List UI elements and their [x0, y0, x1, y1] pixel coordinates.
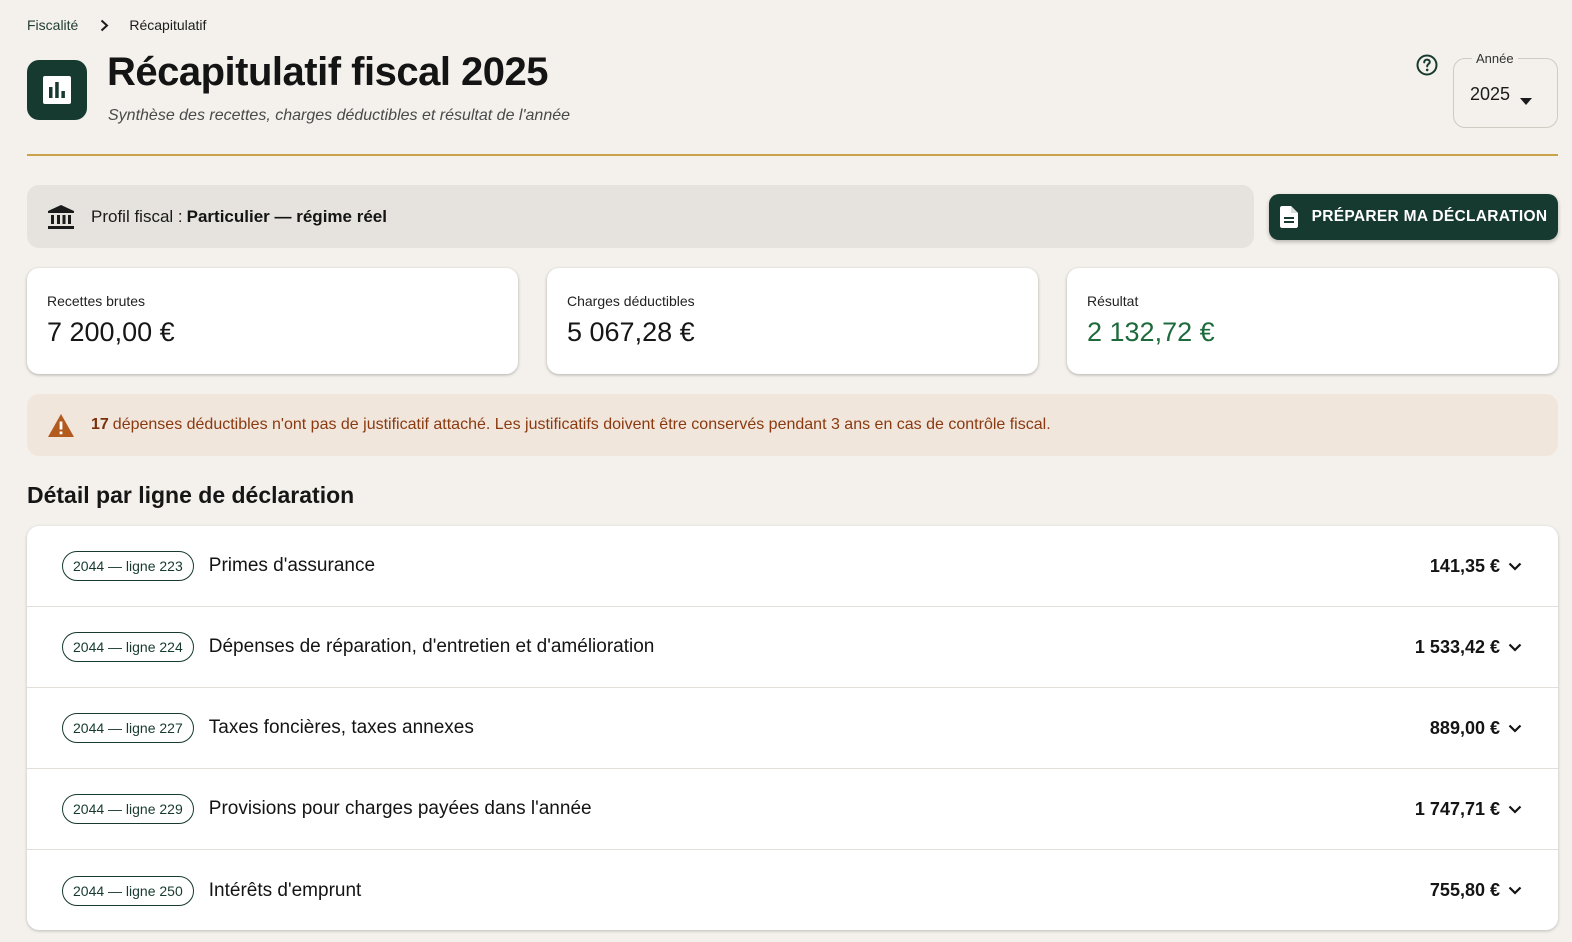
fiscal-profile-label: Profil fiscal :: [91, 206, 183, 226]
line-label: Provisions pour charges payées dans l'an…: [208, 798, 592, 819]
line-amount: 755,80 €: [1429, 880, 1500, 900]
declaration-line-row[interactable]: 2044 — ligne 250 Intérêts d'emprunt 755,…: [27, 850, 1558, 930]
declaration-line-row[interactable]: 2044 — ligne 223 Primes d'assurance 141,…: [27, 526, 1558, 607]
line-amount: 1 533,42 €: [1414, 636, 1500, 657]
prepare-declaration-label: PRÉPARER MA DÉCLARATION: [1311, 208, 1548, 225]
line-amount: 889,00 €: [1429, 717, 1500, 738]
page-title: Récapitulatif fiscal 2025: [107, 50, 549, 94]
stat-label: Résultat: [1087, 293, 1139, 309]
help-icon[interactable]: [1415, 53, 1439, 77]
stat-value: 5 067,28 €: [567, 317, 695, 347]
stat-value: 7 200,00 €: [47, 317, 175, 347]
chevron-right-icon: [100, 19, 109, 32]
fiscal-profile-bar: Profil fiscal : Particulier — régime rée…: [27, 185, 1254, 248]
stat-label: Recettes brutes: [47, 293, 146, 309]
line-chip: 2044 — ligne 250: [62, 875, 194, 906]
breadcrumb-fiscalite-link[interactable]: Fiscalité: [27, 17, 78, 33]
year-select-value: 2025: [1470, 84, 1511, 104]
chevron-down-icon[interactable]: [1508, 724, 1522, 733]
stat-label: Charges déductibles: [567, 293, 695, 309]
declaration-lines-list: 2044 — ligne 223 Primes d'assurance 141,…: [27, 526, 1558, 930]
chevron-down-icon[interactable]: [1508, 562, 1522, 571]
alert-message: dépenses déductibles n'ont pas de justif…: [112, 416, 1051, 433]
line-label: Taxes foncières, taxes annexes: [208, 717, 474, 738]
bank-icon: [47, 204, 75, 230]
stat-card-resultat: Résultat 2 132,72 €: [1067, 268, 1558, 374]
year-select-label: Année: [1472, 51, 1518, 66]
chevron-down-icon[interactable]: [1508, 643, 1522, 652]
line-chip: 2044 — ligne 223: [62, 551, 194, 581]
missing-receipts-alert: 17 dépenses déductibles n'ont pas de just…: [27, 394, 1558, 456]
year-select[interactable]: Année 2025: [1453, 51, 1558, 128]
line-label: Intérêts d'emprunt: [208, 879, 362, 901]
warning-icon: [47, 413, 75, 438]
alert-count: 17: [91, 416, 109, 433]
line-chip: 2044 — ligne 227: [62, 713, 194, 743]
section-title: Détail par ligne de déclaration: [27, 482, 355, 508]
bar-chart-icon: [27, 60, 87, 120]
stat-card-charges: Charges déductibles 5 067,28 €: [547, 268, 1038, 374]
prepare-declaration-button[interactable]: PRÉPARER MA DÉCLARATION: [1269, 194, 1558, 240]
page-subtitle: Synthèse des recettes, charges déductibl…: [108, 107, 571, 124]
declaration-line-row[interactable]: 2044 — ligne 224 Dépenses de réparation,…: [27, 607, 1558, 688]
line-chip: 2044 — ligne 229: [62, 794, 194, 824]
stat-card-recettes: Recettes brutes 7 200,00 €: [27, 268, 518, 374]
breadcrumb: Fiscalité Récapitulatif: [27, 17, 206, 33]
alert-text: 17 dépenses déductibles n'ont pas de just…: [91, 416, 1051, 434]
stat-value: 2 132,72 €: [1087, 317, 1215, 347]
line-amount: 1 747,71 €: [1414, 798, 1500, 819]
declaration-line-row[interactable]: 2044 — ligne 229 Provisions pour charges…: [27, 769, 1558, 850]
chevron-down-icon[interactable]: [1508, 886, 1522, 895]
header-divider: [27, 154, 1558, 156]
caret-down-icon: [1520, 92, 1532, 110]
breadcrumb-current: Récapitulatif: [129, 17, 207, 33]
line-label: Primes d'assurance: [208, 555, 376, 576]
line-amount: 141,35 €: [1429, 555, 1500, 576]
line-label: Dépenses de réparation, d'entretien et d…: [208, 636, 655, 657]
fiscal-profile-value: Particulier — régime réel: [186, 206, 387, 226]
line-chip: 2044 — ligne 224: [62, 632, 194, 662]
document-icon: [1279, 206, 1298, 228]
chevron-down-icon[interactable]: [1508, 805, 1522, 814]
declaration-line-row[interactable]: 2044 — ligne 227 Taxes foncières, taxes …: [27, 688, 1558, 769]
